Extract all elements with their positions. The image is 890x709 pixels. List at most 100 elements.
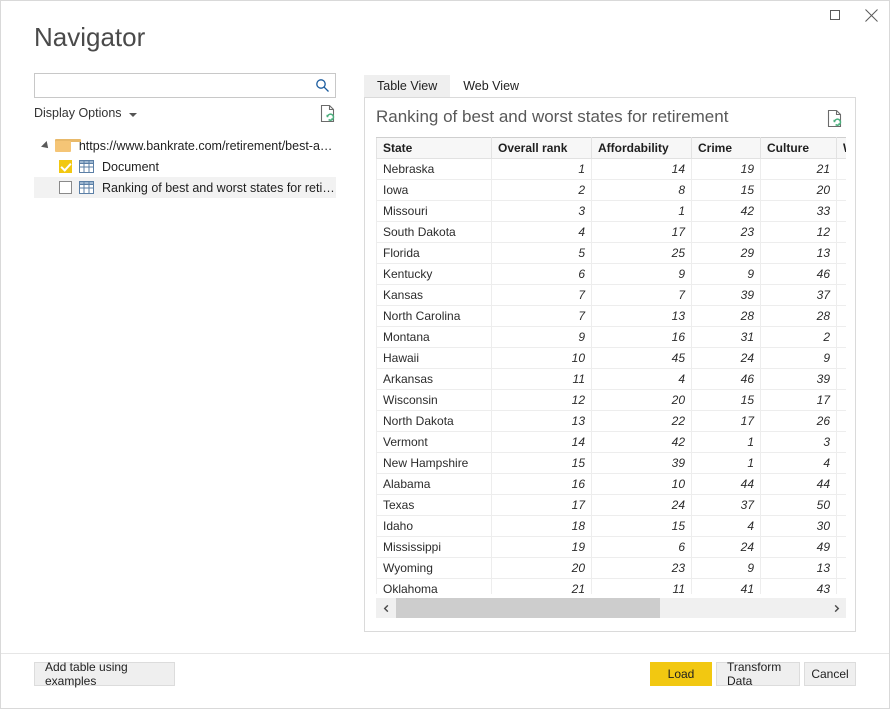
table-row[interactable]: New Hampshire153914: [377, 453, 847, 474]
tree-item-source[interactable]: https://www.bankrate.com/retirement/best…: [34, 135, 336, 156]
cell-crime[interactable]: 23: [692, 222, 761, 243]
cell-culture[interactable]: 17: [761, 390, 837, 411]
cell-affordability[interactable]: 25: [592, 243, 692, 264]
table-row[interactable]: Kentucky69946: [377, 264, 847, 285]
column-header-culture[interactable]: Culture: [761, 138, 837, 159]
cell-crime[interactable]: 28: [692, 306, 761, 327]
cell-culture[interactable]: 12: [761, 222, 837, 243]
cell-overall-rank[interactable]: 6: [492, 264, 592, 285]
cell-culture[interactable]: 2: [761, 327, 837, 348]
table-row[interactable]: Alabama16104444: [377, 474, 847, 495]
maximize-button[interactable]: [817, 1, 853, 29]
cell-culture[interactable]: 43: [761, 579, 837, 595]
cell-wellness[interactable]: [837, 327, 847, 348]
cell-affordability[interactable]: 16: [592, 327, 692, 348]
table-row[interactable]: Mississippi1962449: [377, 537, 847, 558]
table-row[interactable]: Idaho1815430: [377, 516, 847, 537]
column-header-wellness[interactable]: We: [837, 138, 847, 159]
cell-overall-rank[interactable]: 19: [492, 537, 592, 558]
cell-crime[interactable]: 9: [692, 558, 761, 579]
table-row[interactable]: Hawaii1045249: [377, 348, 847, 369]
cell-wellness[interactable]: [837, 264, 847, 285]
cell-culture[interactable]: 33: [761, 201, 837, 222]
close-button[interactable]: [853, 1, 889, 29]
cell-affordability[interactable]: 20: [592, 390, 692, 411]
search-icon[interactable]: [309, 74, 335, 97]
cell-wellness[interactable]: [837, 579, 847, 595]
cell-overall-rank[interactable]: 7: [492, 285, 592, 306]
cell-affordability[interactable]: 17: [592, 222, 692, 243]
cell-culture[interactable]: 30: [761, 516, 837, 537]
cell-state[interactable]: North Dakota: [377, 411, 492, 432]
search-box[interactable]: [34, 73, 336, 98]
cell-overall-rank[interactable]: 3: [492, 201, 592, 222]
cell-state[interactable]: Florida: [377, 243, 492, 264]
cell-affordability[interactable]: 8: [592, 180, 692, 201]
cell-wellness[interactable]: [837, 306, 847, 327]
cell-wellness[interactable]: [837, 348, 847, 369]
cell-affordability[interactable]: 23: [592, 558, 692, 579]
cell-crime[interactable]: 24: [692, 348, 761, 369]
table-row[interactable]: Vermont144213: [377, 432, 847, 453]
cell-wellness[interactable]: [837, 411, 847, 432]
table-row[interactable]: North Carolina7132828: [377, 306, 847, 327]
cell-culture[interactable]: 9: [761, 348, 837, 369]
table-row[interactable]: Kansas773937: [377, 285, 847, 306]
checkbox-ranking-table[interactable]: [59, 181, 72, 194]
cell-wellness[interactable]: [837, 222, 847, 243]
cell-overall-rank[interactable]: 10: [492, 348, 592, 369]
cell-wellness[interactable]: [837, 201, 847, 222]
cell-affordability[interactable]: 10: [592, 474, 692, 495]
cell-crime[interactable]: 24: [692, 537, 761, 558]
table-row[interactable]: Iowa281520: [377, 180, 847, 201]
cell-state[interactable]: Arkansas: [377, 369, 492, 390]
cell-crime[interactable]: 42: [692, 201, 761, 222]
cell-wellness[interactable]: [837, 390, 847, 411]
cell-culture[interactable]: 13: [761, 558, 837, 579]
cell-overall-rank[interactable]: 11: [492, 369, 592, 390]
cell-overall-rank[interactable]: 13: [492, 411, 592, 432]
cell-culture[interactable]: 21: [761, 159, 837, 180]
cell-affordability[interactable]: 22: [592, 411, 692, 432]
cell-crime[interactable]: 31: [692, 327, 761, 348]
cell-culture[interactable]: 44: [761, 474, 837, 495]
cell-affordability[interactable]: 39: [592, 453, 692, 474]
cell-wellness[interactable]: [837, 432, 847, 453]
cell-culture[interactable]: 20: [761, 180, 837, 201]
table-row[interactable]: Arkansas1144639: [377, 369, 847, 390]
cell-affordability[interactable]: 9: [592, 264, 692, 285]
table-row[interactable]: North Dakota13221726: [377, 411, 847, 432]
tab-web-view[interactable]: Web View: [450, 75, 532, 97]
cell-affordability[interactable]: 4: [592, 369, 692, 390]
cell-wellness[interactable]: [837, 243, 847, 264]
refresh-document-icon[interactable]: [320, 104, 336, 128]
cell-wellness[interactable]: [837, 558, 847, 579]
cell-culture[interactable]: 13: [761, 243, 837, 264]
checkbox-document[interactable]: [59, 160, 72, 173]
cell-affordability[interactable]: 13: [592, 306, 692, 327]
table-row[interactable]: South Dakota4172312: [377, 222, 847, 243]
chevron-right-icon[interactable]: [826, 598, 846, 618]
cell-state[interactable]: Iowa: [377, 180, 492, 201]
cell-culture[interactable]: 49: [761, 537, 837, 558]
cell-culture[interactable]: 3: [761, 432, 837, 453]
cell-overall-rank[interactable]: 12: [492, 390, 592, 411]
table-row[interactable]: Wisconsin12201517: [377, 390, 847, 411]
cell-overall-rank[interactable]: 16: [492, 474, 592, 495]
add-table-using-examples-button[interactable]: Add table using examples: [34, 662, 175, 686]
cell-wellness[interactable]: [837, 453, 847, 474]
cell-crime[interactable]: 4: [692, 516, 761, 537]
cell-overall-rank[interactable]: 1: [492, 159, 592, 180]
cell-state[interactable]: Idaho: [377, 516, 492, 537]
cell-state[interactable]: Mississippi: [377, 537, 492, 558]
cell-affordability[interactable]: 7: [592, 285, 692, 306]
cell-crime[interactable]: 15: [692, 390, 761, 411]
cell-state[interactable]: North Carolina: [377, 306, 492, 327]
cell-state[interactable]: Hawaii: [377, 348, 492, 369]
cell-state[interactable]: New Hampshire: [377, 453, 492, 474]
cell-overall-rank[interactable]: 20: [492, 558, 592, 579]
cell-overall-rank[interactable]: 4: [492, 222, 592, 243]
cell-wellness[interactable]: [837, 180, 847, 201]
cell-state[interactable]: Wisconsin: [377, 390, 492, 411]
cell-crime[interactable]: 1: [692, 432, 761, 453]
